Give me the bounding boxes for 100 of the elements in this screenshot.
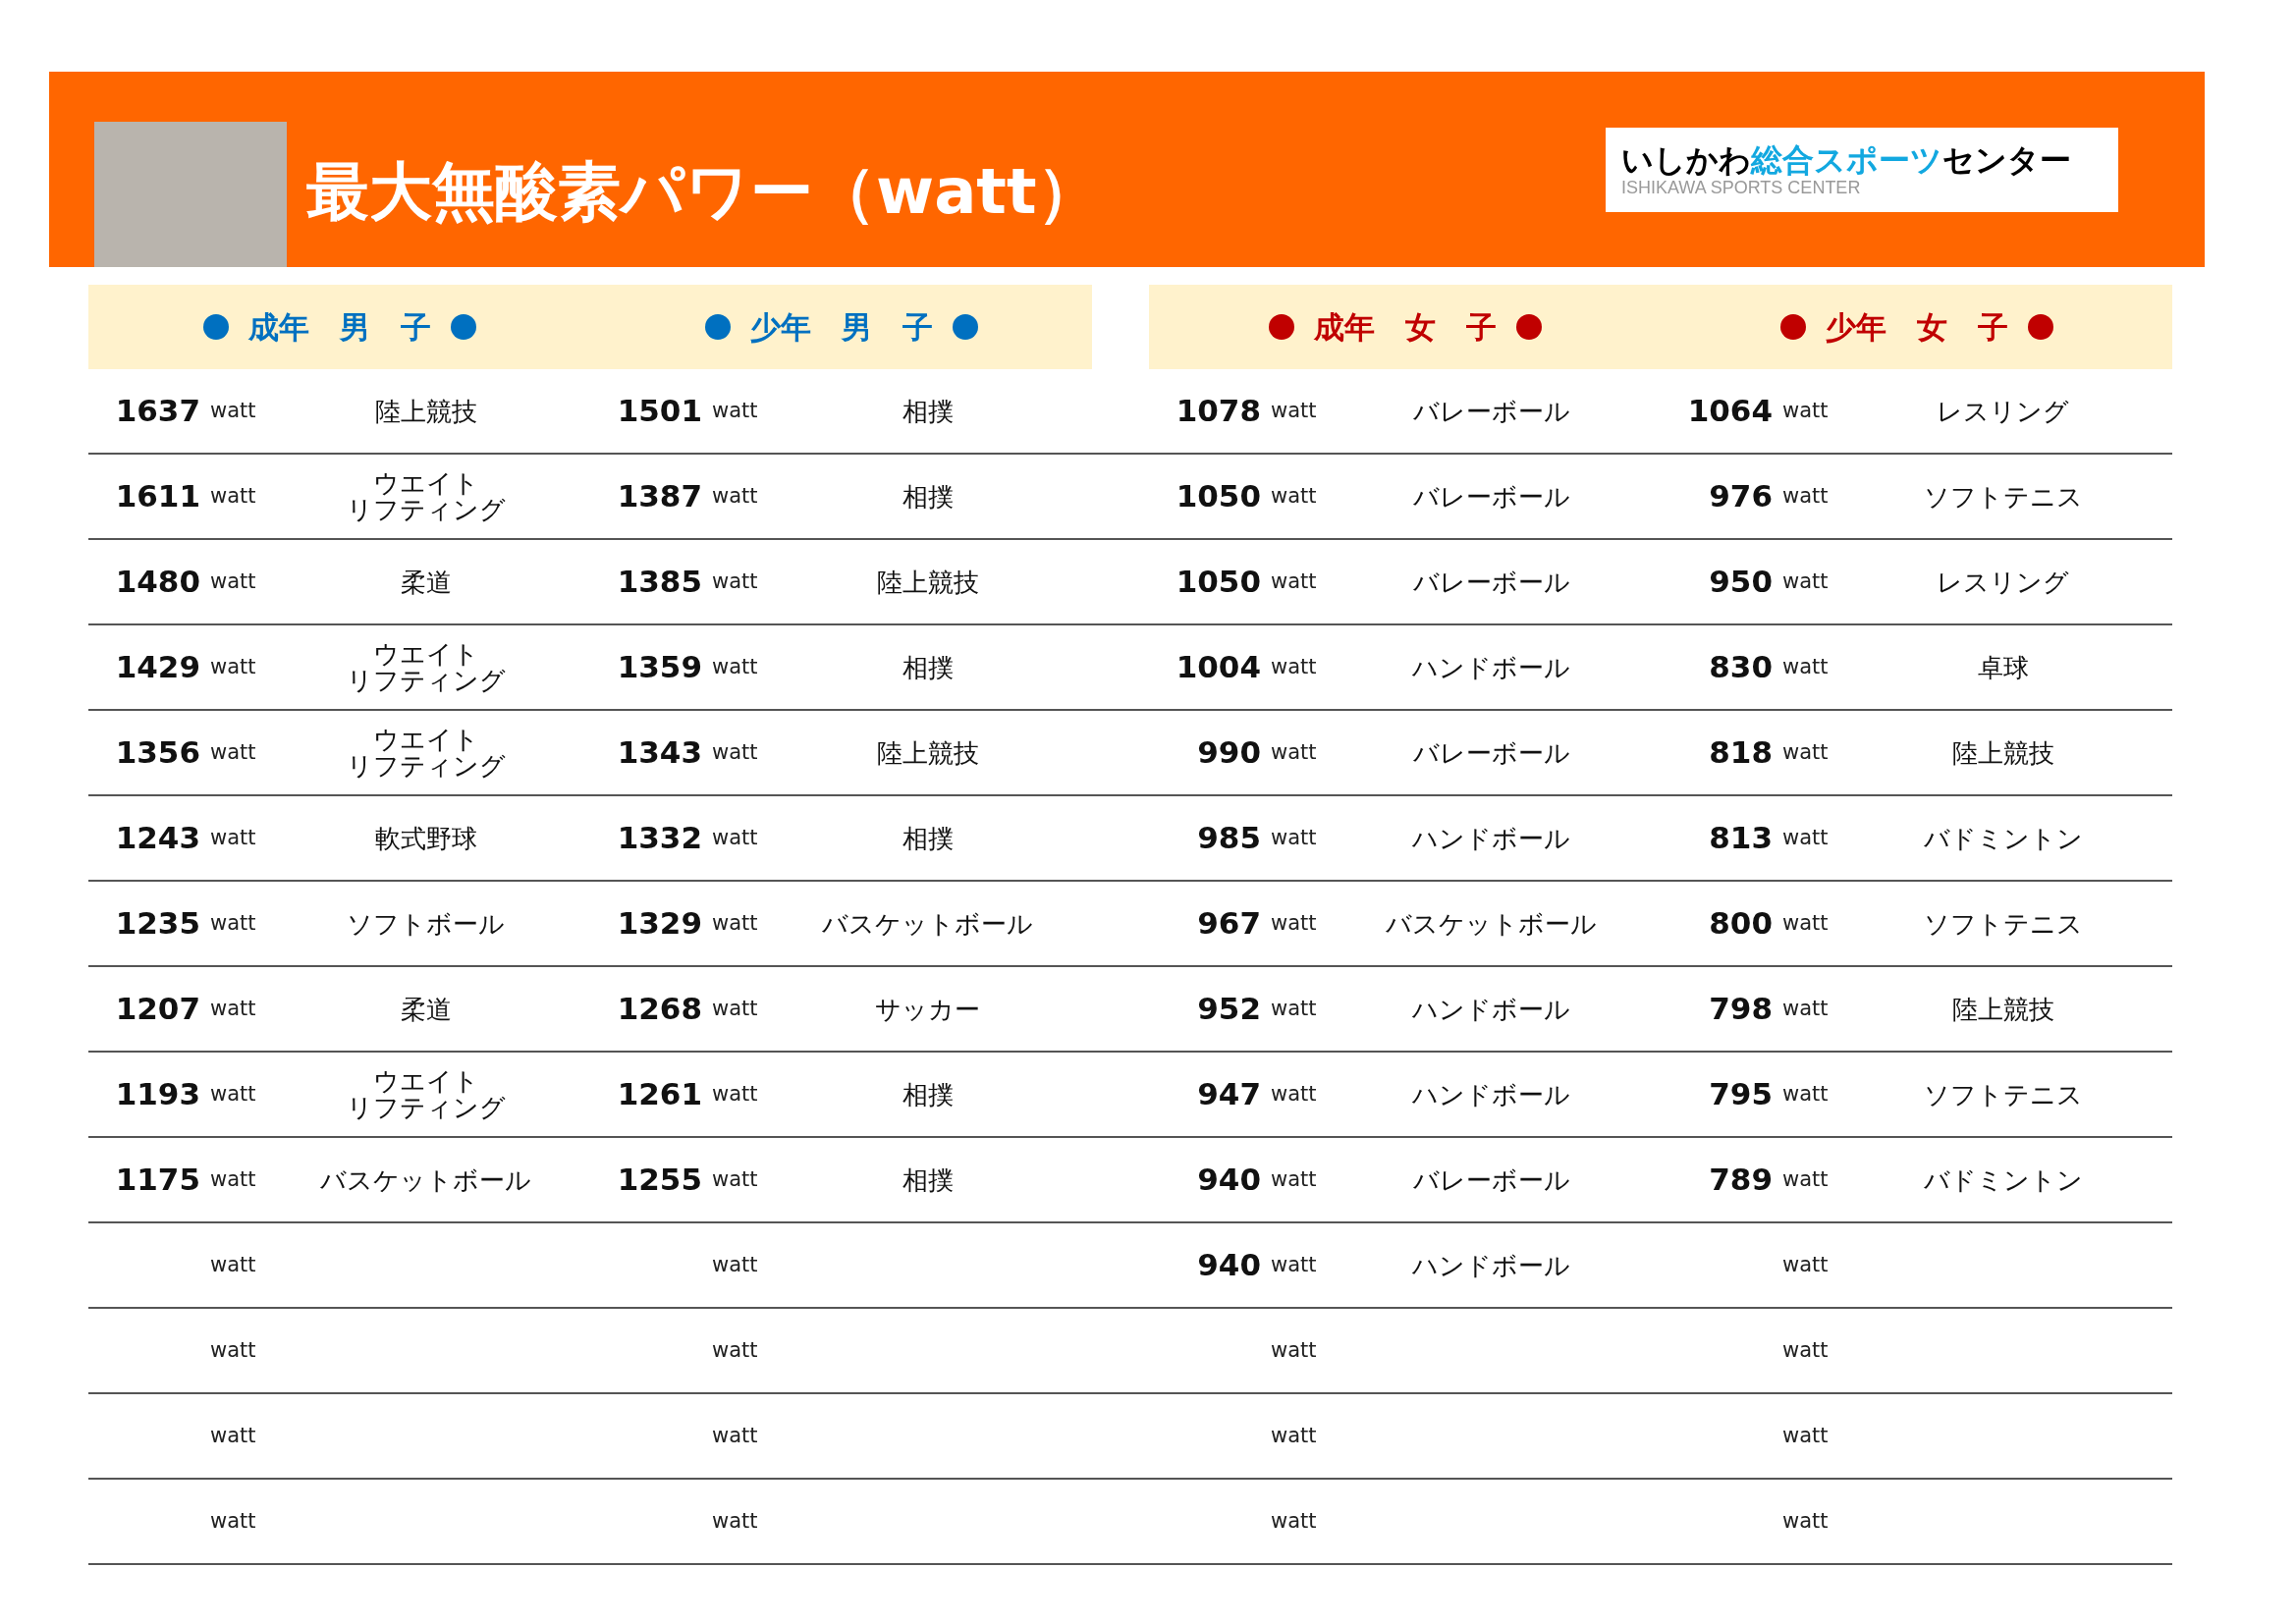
sport-name-line: リフティング: [346, 1094, 506, 1121]
unit-label: watt: [1271, 568, 1317, 593]
unit-label: watt: [1782, 1508, 1829, 1533]
power-value: 976: [1709, 478, 1773, 514]
unit-label: watt: [210, 1508, 256, 1533]
unit-label: watt: [712, 1508, 758, 1533]
power-value: 798: [1709, 991, 1773, 1027]
unit-label: watt: [1271, 1337, 1317, 1362]
unit-label: watt: [1782, 483, 1829, 508]
sport-name: バレーボール: [1412, 483, 1570, 510]
sport-name: 相撲: [902, 654, 954, 680]
power-value: 1207: [115, 991, 200, 1027]
power-value: 1429: [115, 649, 200, 685]
unit-label: watt: [712, 739, 758, 764]
power-value: 795: [1709, 1076, 1773, 1112]
sport-name: ハンドボール: [1412, 825, 1570, 851]
sport-name: 陸上競技: [1951, 996, 2054, 1022]
sport-name-line: ウエイト: [372, 469, 479, 497]
unit-label: watt: [210, 1166, 256, 1191]
unit-label: watt: [712, 483, 758, 508]
unit-label: watt: [1271, 825, 1317, 849]
unit-label: watt: [712, 1337, 758, 1362]
sport-name: ハンドボール: [1412, 996, 1570, 1022]
unit-label: watt: [1271, 1081, 1317, 1106]
logo-name: いしかわ総合スポーツセンター: [1621, 141, 2072, 178]
unit-label: watt: [712, 910, 758, 935]
unit-label: watt: [210, 398, 256, 422]
power-value: 1235: [115, 905, 200, 942]
sport-name: 相撲: [902, 825, 954, 851]
power-value: 1332: [617, 820, 702, 856]
sport-name: ソフトボール: [347, 910, 505, 937]
unit-label: watt: [712, 654, 758, 678]
unit-label: watt: [1271, 1252, 1317, 1276]
sport-name: ハンドボール: [1412, 1252, 1570, 1278]
sport-name: 相撲: [902, 398, 954, 424]
sport-name: レスリング: [1937, 568, 2069, 595]
group-heading: 成年 女 子: [1313, 307, 1497, 347]
unit-label: watt: [1782, 1252, 1829, 1276]
unit-label: watt: [210, 654, 256, 678]
sport-name: 陸上競技: [374, 398, 477, 424]
sport-name: 陸上競技: [876, 739, 979, 766]
page-title: 最大無酸素パワー（watt）: [306, 153, 1100, 230]
power-value: 1193: [115, 1076, 200, 1112]
unit-label: watt: [1782, 996, 1829, 1020]
unit-label: watt: [712, 398, 758, 422]
sport-name: 相撲: [902, 1166, 954, 1193]
power-value: 1243: [115, 820, 200, 856]
unit-label: watt: [1271, 1508, 1317, 1533]
group-heading: 少年 男 子: [749, 307, 933, 347]
unit-label: watt: [712, 1166, 758, 1191]
unit-label: watt: [210, 1423, 256, 1447]
sport-name: 柔道: [400, 996, 452, 1022]
power-value: 947: [1197, 1076, 1261, 1112]
power-value: 1175: [115, 1162, 200, 1198]
sport-name: バレーボール: [1412, 1166, 1570, 1193]
power-value: 813: [1709, 820, 1773, 856]
power-value: 830: [1709, 649, 1773, 685]
unit-label: watt: [1271, 483, 1317, 508]
sport-name: 軟式野球: [374, 825, 477, 851]
unit-label: watt: [210, 568, 256, 593]
sport-name: バレーボール: [1412, 398, 1570, 424]
unit-label: watt: [210, 996, 256, 1020]
unit-label: watt: [210, 1081, 256, 1106]
power-value: 940: [1197, 1162, 1261, 1198]
unit-label: watt: [1271, 398, 1317, 422]
sport-name: バレーボール: [1412, 739, 1570, 766]
unit-label: watt: [1782, 1166, 1829, 1191]
sport-name-line: ウエイト: [372, 1067, 479, 1095]
power-value: 1501: [617, 393, 702, 429]
power-value: 1387: [617, 478, 702, 514]
sport-name: ハンドボール: [1412, 1081, 1570, 1108]
unit-label: watt: [210, 1337, 256, 1362]
power-value: 1480: [115, 564, 200, 600]
sport-name: バレーボール: [1412, 568, 1570, 595]
unit-label: watt: [210, 825, 256, 849]
power-value: 1268: [617, 991, 702, 1027]
unit-label: watt: [1271, 1423, 1317, 1447]
unit-label: watt: [712, 1252, 758, 1276]
sport-name-line: ウエイト: [372, 640, 479, 668]
power-value: 1359: [617, 649, 702, 685]
unit-label: watt: [1782, 1081, 1829, 1106]
group-heading: 成年 男 子: [247, 307, 431, 347]
unit-label: watt: [1782, 568, 1829, 593]
sport-name-line: リフティング: [346, 752, 506, 780]
unit-label: watt: [712, 1423, 758, 1447]
power-value: 1064: [1687, 393, 1773, 429]
power-value: 1343: [617, 734, 702, 771]
power-value: 1356: [115, 734, 200, 771]
unit-label: watt: [1271, 1166, 1317, 1191]
power-value: 1261: [617, 1076, 702, 1112]
sport-name: 卓球: [1977, 654, 2029, 680]
unit-label: watt: [1271, 654, 1317, 678]
sport-name-line: リフティング: [346, 496, 506, 523]
power-value: 800: [1709, 905, 1773, 942]
unit-label: watt: [712, 825, 758, 849]
power-value: 818: [1709, 734, 1773, 771]
sport-name: バスケットボール: [1386, 910, 1597, 937]
unit-label: watt: [1782, 825, 1829, 849]
unit-label: watt: [210, 739, 256, 764]
sport-name: 相撲: [902, 1081, 954, 1108]
